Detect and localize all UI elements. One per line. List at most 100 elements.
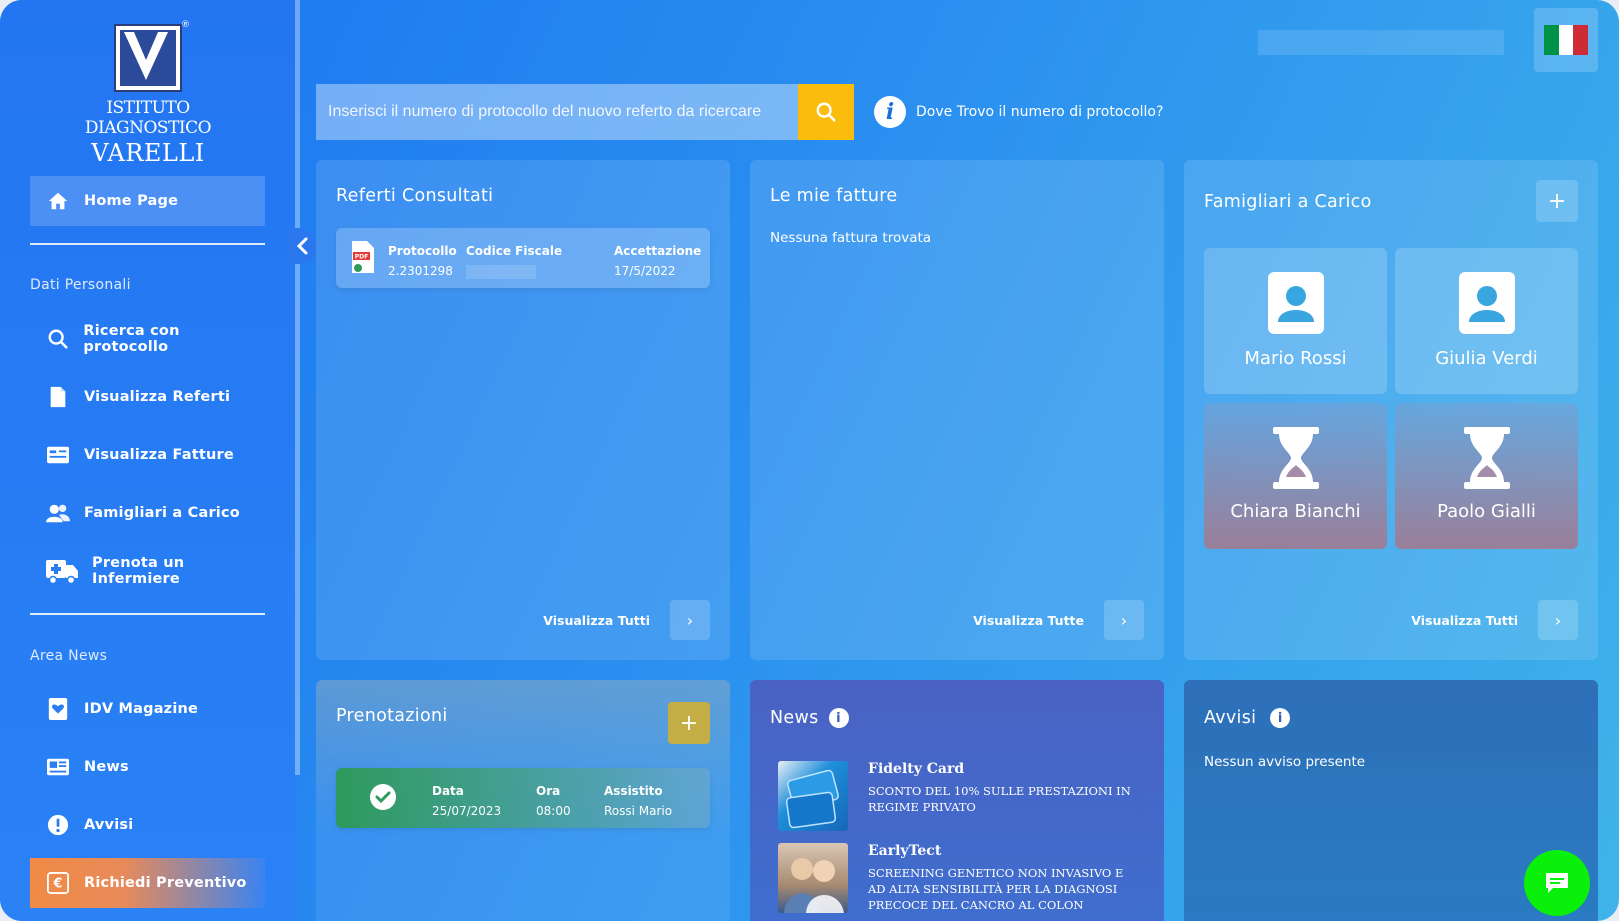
protocol-help-link[interactable]: i Dove Trovo il numero di protocollo? (874, 96, 1163, 128)
fatture-empty-message: Nessuna fattura trovata (770, 230, 932, 246)
famigliare-name: Paolo Gialli (1437, 501, 1536, 522)
hourglass-icon (1268, 427, 1324, 489)
col-assistito: Assistito Rossi Mario (604, 781, 672, 821)
user-avatar-icon (1267, 272, 1324, 334)
card-title: Famigliari a Carico (1204, 192, 1372, 212)
news-title-row: News i (770, 708, 849, 728)
col-codice-fiscale: Codice Fiscale (466, 241, 562, 279)
file-icon (46, 385, 70, 409)
chat-button[interactable] (1524, 850, 1590, 916)
plus-icon: + (679, 710, 699, 736)
search-icon (46, 327, 69, 351)
chat-icon (1546, 873, 1568, 893)
sidebar-item-referti[interactable]: Visualizza Referti (30, 372, 265, 422)
invoice-icon (46, 443, 70, 467)
logo-line1: ISTITUTO DIAGNOSTICO (84, 98, 212, 138)
pdf-icon: PDF (350, 240, 376, 278)
sidebar-item-search-protocol[interactable]: Ricerca con protocollo (30, 314, 265, 364)
search-button[interactable] (798, 84, 854, 140)
col-accettazione: Accettazione 17/5/2022 (614, 241, 701, 281)
hourglass-icon (1459, 427, 1515, 489)
newspaper-icon (46, 755, 70, 779)
sidebar-item-fatture[interactable]: Visualizza Fatture (30, 430, 265, 480)
info-icon[interactable]: i (828, 708, 849, 728)
logo-line2: VARELLI (91, 139, 205, 167)
info-icon[interactable]: i (1270, 708, 1291, 728)
news-item-description: SCONTO DEL 10% SULLE PRESTAZIONI IN REGI… (868, 784, 1131, 814)
view-all-referti-link[interactable]: Visualizza Tutti (543, 613, 650, 628)
euro-icon: € (46, 871, 70, 895)
sidebar: ® ISTITUTO DIAGNOSTICO VARELLI Home Page… (0, 0, 296, 921)
sidebar-item-label: News (84, 759, 129, 775)
sidebar-item-famigliari[interactable]: Famigliari a Carico (30, 488, 265, 538)
chevron-right-icon: › (1120, 610, 1128, 630)
home-icon (46, 189, 70, 213)
sidebar-item-label: Ricerca con protocollo (83, 323, 180, 355)
card-title: Referti Consultati (336, 186, 494, 206)
sidebar-divider (30, 243, 265, 245)
logo[interactable]: ® ISTITUTO DIAGNOSTICO VARELLI (58, 20, 238, 167)
famigliare-name: Mario Rossi (1244, 348, 1347, 369)
chevron-right-icon: › (686, 610, 694, 630)
famigliare-tile[interactable]: Giulia Verdi (1395, 248, 1578, 394)
user-avatar-icon (1458, 272, 1515, 334)
assistito-value: Rossi Mario (604, 804, 673, 818)
add-famigliare-button[interactable]: + (1536, 180, 1578, 222)
view-all-fatture-link[interactable]: Visualizza Tutte (973, 613, 1084, 628)
view-all-referti-button[interactable]: › (670, 600, 710, 640)
sidebar-item-avvisi[interactable]: Avvisi (30, 800, 265, 850)
sidebar-item-label: Avvisi (84, 817, 134, 833)
col-data: Data 25/07/2023 (432, 781, 501, 821)
protocol-help-text: Dove Trovo il numero di protocollo? (916, 104, 1164, 120)
italy-flag-icon (1544, 25, 1589, 55)
plus-icon: + (1547, 188, 1567, 214)
protocollo-value: 2.2301298 (388, 264, 453, 278)
sidebar-scrollbar[interactable] (295, 0, 300, 775)
news-item-title: Fidelty Card (868, 761, 965, 777)
prenotazioni-card: Prenotazioni + Data 25/07/2023 Ora 08:00… (316, 680, 730, 921)
view-all-famigliari-button[interactable]: › (1538, 600, 1578, 640)
svg-text:€: € (52, 877, 62, 892)
ambulance-icon (46, 559, 78, 584)
news-item-title: EarlyTect (868, 843, 942, 859)
referto-row[interactable]: PDF Protocollo 2.2301298 Codice Fiscale … (336, 228, 710, 288)
sidebar-item-magazine[interactable]: IDV Magazine (30, 684, 265, 734)
collapse-sidebar-button[interactable] (287, 228, 317, 264)
news-thumbnail (778, 843, 848, 913)
data-value: 25/07/2023 (432, 804, 502, 818)
prenotazione-row[interactable]: Data 25/07/2023 Ora 08:00 Assistito Ross… (336, 768, 710, 828)
famigliare-tile[interactable]: Paolo Gialli (1395, 403, 1578, 549)
chevron-right-icon: › (1554, 610, 1562, 630)
avvisi-empty-message: Nessun avviso presente (1204, 754, 1366, 770)
sidebar-item-home[interactable]: Home Page (30, 176, 265, 226)
sidebar-item-label: Visualizza Fatture (84, 447, 234, 463)
fatture-card: Le mie fatture Nessuna fattura trovata V… (750, 160, 1164, 660)
view-all-fatture-button[interactable]: › (1104, 600, 1144, 640)
famigliare-tile[interactable]: Chiara Bianchi (1204, 403, 1387, 549)
news-thumbnail (778, 761, 848, 831)
add-prenotazione-button[interactable]: + (668, 702, 710, 744)
referti-card: Referti Consultati PDF Protocollo 2.2301… (316, 160, 730, 660)
alert-icon (46, 813, 70, 837)
col-ora: Ora 08:00 (536, 781, 571, 821)
sidebar-divider (30, 613, 265, 615)
language-selector[interactable] (1534, 8, 1598, 72)
users-icon (46, 501, 70, 525)
card-title: News (770, 708, 819, 728)
logo-emblem: ® (114, 20, 190, 92)
sidebar-item-label: Home Page (84, 193, 179, 209)
sidebar-item-preventivo[interactable]: € Richiedi Preventivo (30, 858, 265, 908)
protocol-search-input[interactable] (316, 84, 798, 140)
sidebar-item-infermiere[interactable]: Prenota un Infermiere (30, 546, 265, 596)
news-item[interactable]: EarlyTect SCREENING GENETICO NON INVASIV… (778, 843, 1138, 917)
news-item[interactable]: Fidelty Card SCONTO DEL 10% SULLE PRESTA… (778, 761, 1138, 835)
col-protocollo: Protocollo 2.2301298 (388, 241, 457, 281)
famigliare-tile[interactable]: Mario Rossi (1204, 248, 1387, 394)
protocol-search (316, 84, 854, 140)
avvisi-title-row: Avvisi i (1204, 708, 1291, 728)
view-all-famigliari-link[interactable]: Visualizza Tutti (1411, 613, 1518, 628)
news-card: News i Fidelty Card SCONTO DEL 10% SULLE… (750, 680, 1164, 921)
famigliare-name: Giulia Verdi (1435, 348, 1538, 369)
app-window: ® ISTITUTO DIAGNOSTICO VARELLI Home Page… (0, 0, 1619, 921)
sidebar-item-news[interactable]: News (30, 742, 265, 792)
